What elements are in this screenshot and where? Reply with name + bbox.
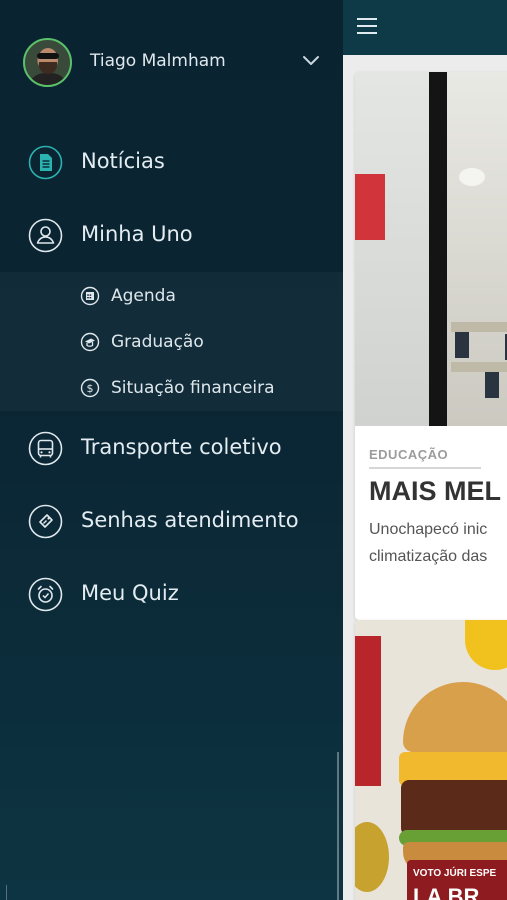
submenu-item-label: Situação financeira <box>111 378 275 398</box>
navigation-drawer: Tiago Malmham Notícias Minha Uno Agenda … <box>0 0 343 900</box>
alarm-clock-icon <box>28 577 63 612</box>
news-feed: EDUCAÇÃO MAIS MEL Unochapecó inic climat… <box>343 0 507 900</box>
submenu-item-graduacao[interactable]: Graduação <box>0 322 343 362</box>
calendar-icon <box>80 286 100 306</box>
avatar <box>23 38 72 87</box>
user-profile-header[interactable]: Tiago Malmham <box>0 0 343 124</box>
promo-banner: VOTO JÚRI ESPE LA BR <box>407 860 507 900</box>
menu-item-label: Transporte coletivo <box>81 435 282 459</box>
news-card[interactable]: EDUCAÇÃO MAIS MEL Unochapecó inic climat… <box>355 72 507 620</box>
menu-item-label: Minha Uno <box>81 222 193 246</box>
submenu-item-agenda[interactable]: Agenda <box>0 276 343 316</box>
news-card[interactable]: VOTO JÚRI ESPE LA BR <box>355 620 507 900</box>
submenu-item-label: Graduação <box>111 332 204 352</box>
bus-icon <box>28 431 63 466</box>
top-app-bar <box>343 0 507 55</box>
user-circle-icon <box>28 218 63 253</box>
divider <box>6 885 7 900</box>
menu-item-noticias[interactable]: Notícias <box>0 133 343 193</box>
menu-item-label: Meu Quiz <box>81 581 179 605</box>
hamburger-icon[interactable] <box>357 14 379 36</box>
news-category: EDUCAÇÃO <box>369 447 449 462</box>
news-excerpt: Unochapecó inic climatização das <box>369 521 488 565</box>
dollar-icon: $ <box>80 378 100 398</box>
menu-item-label: Notícias <box>81 149 165 173</box>
news-image: VOTO JÚRI ESPE LA BR <box>355 620 507 900</box>
menu-item-transporte-coletivo[interactable]: Transporte coletivo <box>0 419 343 479</box>
menu-item-minha-uno[interactable]: Minha Uno <box>0 206 343 266</box>
menu-item-meu-quiz[interactable]: Meu Quiz <box>0 565 343 625</box>
news-title: MAIS MEL <box>369 476 501 506</box>
submenu-item-situacao-financeira[interactable]: $ Situação financeira <box>0 368 343 408</box>
svg-text:$: $ <box>87 382 94 395</box>
user-name: Tiago Malmham <box>90 51 226 71</box>
divider <box>369 467 481 469</box>
news-image <box>355 72 507 426</box>
news-icon <box>28 145 63 180</box>
submenu-minha-uno: Agenda Graduação $ Situação financeira <box>0 272 343 411</box>
chevron-down-icon[interactable] <box>302 55 320 67</box>
menu-item-label: Senhas atendimento <box>81 508 299 532</box>
ticket-icon <box>28 504 63 539</box>
graduation-cap-icon <box>80 332 100 352</box>
drawer-scrollbar[interactable] <box>337 752 339 900</box>
submenu-item-label: Agenda <box>111 286 176 306</box>
menu-item-senhas-atendimento[interactable]: Senhas atendimento <box>0 492 343 552</box>
